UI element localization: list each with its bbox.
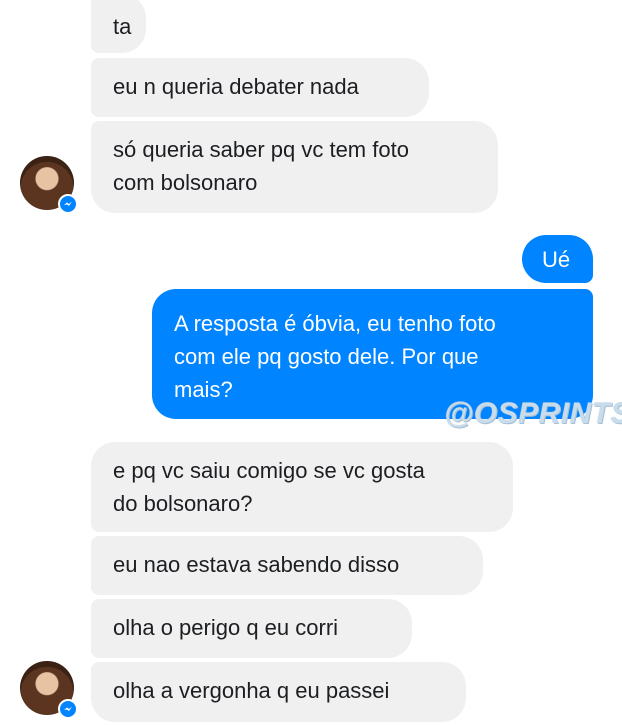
message-bubble-outgoing[interactable]: Ué: [522, 235, 593, 283]
message-text-line: com bolsonaro: [113, 170, 258, 195]
message-text-line: com ele pq gosto dele. Por que: [174, 344, 479, 369]
message-text: ta: [113, 14, 132, 39]
watermark: @OSPRINTS: [444, 397, 622, 430]
message-bubble-incoming[interactable]: só queria saber pq vc tem foto com bolso…: [91, 121, 498, 213]
message-text-line: A resposta é óbvia, eu tenho foto: [174, 311, 496, 336]
messenger-badge-icon: [58, 194, 78, 214]
message-bubble-incoming[interactable]: eu nao estava sabendo disso: [91, 536, 483, 595]
message-text: eu n queria debater nada: [113, 74, 359, 99]
message-text-line: do bolsonaro?: [113, 491, 253, 516]
contact-avatar[interactable]: [20, 156, 78, 214]
message-text: olha o perigo q eu corri: [113, 615, 339, 640]
message-text: olha a vergonha q eu passei: [113, 678, 390, 703]
messenger-badge-icon: [58, 699, 78, 719]
message-bubble-incoming[interactable]: e pq vc saiu comigo se vc gosta do bolso…: [91, 442, 513, 532]
message-bubble-incoming[interactable]: olha o perigo q eu corri: [91, 599, 412, 658]
message-text: eu nao estava sabendo disso: [113, 552, 400, 577]
message-bubble-incoming[interactable]: olha a vergonha q eu passei: [91, 662, 466, 722]
message-bubble-incoming[interactable]: eu n queria debater nada: [91, 58, 429, 117]
message-text: Ué: [542, 247, 571, 272]
message-text-line: só queria saber pq vc tem foto: [113, 137, 409, 162]
message-bubble-incoming[interactable]: ta: [91, 0, 146, 53]
conversation: ta eu n queria debater nada só queria sa…: [0, 0, 622, 725]
message-text-line: e pq vc saiu comigo se vc gosta: [113, 458, 425, 483]
contact-avatar[interactable]: [20, 661, 78, 719]
